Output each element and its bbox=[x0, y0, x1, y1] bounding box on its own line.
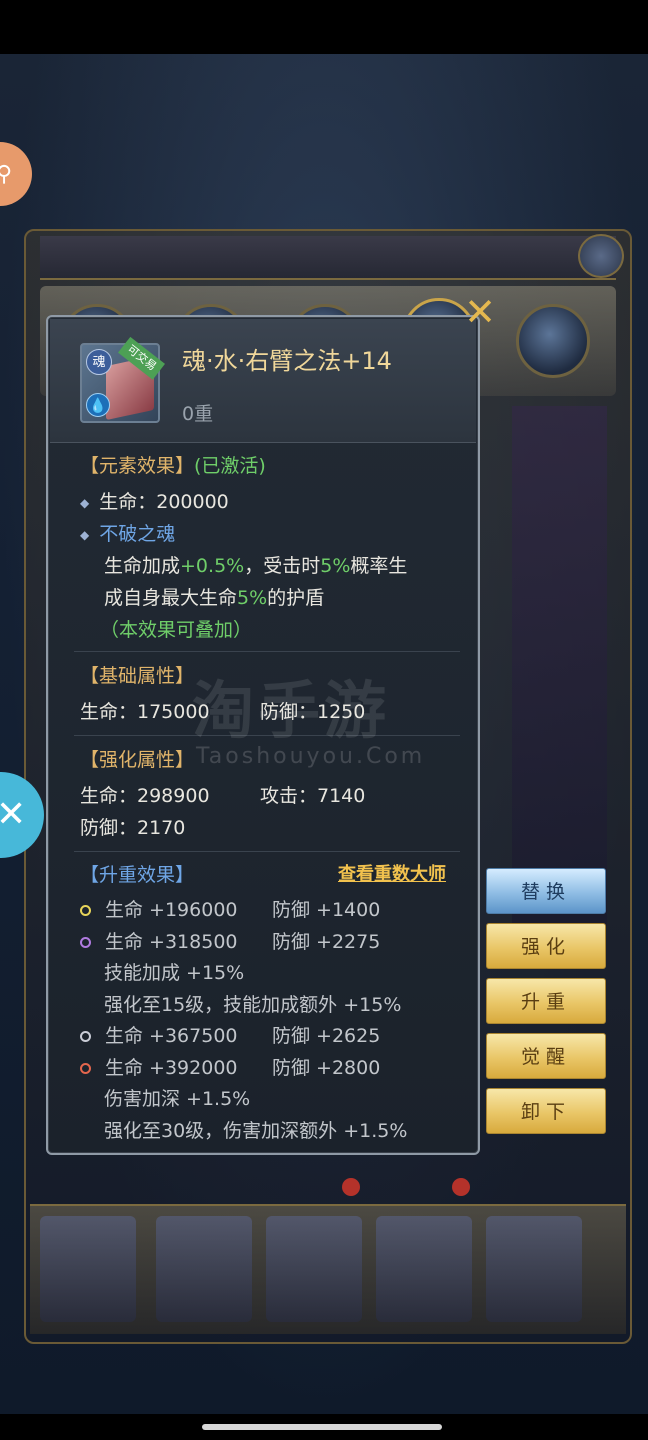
base-hp: 生命：175000 bbox=[80, 701, 210, 723]
close-icon[interactable]: ✕ bbox=[462, 293, 498, 331]
background-tile bbox=[266, 1216, 362, 1322]
upgrade-def: 防御 +1400 bbox=[272, 899, 381, 921]
enhance-hp: 生命：298900 bbox=[80, 785, 210, 807]
upgrade-def: 防御 +2800 bbox=[272, 1056, 381, 1079]
upgrade-hp: 生命 +318500 bbox=[105, 930, 238, 953]
notification-dot bbox=[452, 1178, 470, 1196]
upgrade-extra: 技能加成 +15% bbox=[104, 962, 245, 984]
divider bbox=[74, 851, 460, 852]
upgrade-row: 生命 +392000 bbox=[80, 1053, 238, 1080]
element-hp-line: ◆ 生命：200000 bbox=[80, 487, 229, 514]
item-name: 魂·水·右臂之法+14 bbox=[182, 347, 392, 375]
status-bar bbox=[0, 0, 648, 54]
background-tile bbox=[376, 1216, 472, 1322]
upgrade-def: 防御 +2275 bbox=[272, 930, 381, 953]
upgrade-extra: 伤害加深 +1.5% bbox=[104, 1088, 251, 1110]
tier-bullet-icon bbox=[80, 905, 91, 916]
assistant-icon: ✕ bbox=[0, 794, 27, 835]
watermark-url: Taoshouyou.Com bbox=[196, 744, 426, 769]
background-tile bbox=[486, 1216, 582, 1322]
divider bbox=[74, 651, 460, 652]
desc-value: +0.5% bbox=[180, 555, 245, 577]
section-title: 【元素效果】 bbox=[80, 455, 195, 477]
background-side-column bbox=[512, 406, 607, 926]
background-title-bar bbox=[40, 236, 616, 280]
upgrade-extra: 强化至15级，技能加成额外 +15% bbox=[104, 993, 402, 1016]
background-tile bbox=[156, 1216, 252, 1322]
upgrade-row: 生命 +318500 bbox=[80, 927, 238, 954]
element-effect-header: 【元素效果】(已激活) bbox=[80, 451, 266, 478]
awaken-button[interactable]: 觉醒 bbox=[486, 1033, 606, 1079]
soul-name-line: ◆ 不破之魂 bbox=[80, 519, 175, 546]
upgrade-extra: 强化至30级，伤害加深额外 +1.5% bbox=[104, 1119, 408, 1142]
soul-desc-line-2: 成自身最大生命5%的护盾 bbox=[104, 583, 324, 610]
replace-button[interactable]: 替换 bbox=[486, 868, 606, 914]
enhance-atk: 攻击：7140 bbox=[260, 785, 366, 807]
view-tier-master-link[interactable]: 查看重数大师 bbox=[338, 860, 446, 886]
upgrade-def: 防御 +2625 bbox=[272, 1025, 381, 1047]
soul-name: 不破之魂 bbox=[99, 523, 176, 545]
element-hp-value: 生命：200000 bbox=[99, 491, 229, 513]
upgrade-hp: 生命 +367500 bbox=[105, 1025, 238, 1047]
diamond-bullet-icon: ◆ bbox=[80, 495, 90, 510]
notification-dot bbox=[342, 1178, 360, 1196]
desc-text: ，受击时 bbox=[244, 555, 321, 577]
upgrade-button[interactable]: 升重 bbox=[486, 978, 606, 1024]
tier-bullet-icon bbox=[80, 1031, 91, 1042]
upgrade-row: 生命 +196000 bbox=[80, 895, 238, 922]
section-title: 【升重效果】 bbox=[80, 864, 195, 886]
activated-status: (已激活) bbox=[194, 455, 266, 477]
background-slot-orb bbox=[516, 304, 590, 378]
soul-badge-icon: 魂 bbox=[86, 349, 112, 375]
desc-value: 5% bbox=[237, 587, 268, 609]
tier-bullet-icon bbox=[80, 1062, 91, 1074]
upgrade-hp: 生命 +196000 bbox=[105, 899, 238, 921]
item-tier: 0重 bbox=[182, 403, 214, 425]
enhance-attr-title: 【强化属性】 bbox=[80, 749, 195, 771]
upgrade-row: 生命 +367500 bbox=[80, 1021, 238, 1048]
diamond-bullet-icon: ◆ bbox=[80, 527, 90, 542]
desc-text: 概率生 bbox=[350, 555, 408, 577]
soul-desc-line-1: 生命加成+0.5%，受击时5%概率生 bbox=[104, 551, 407, 578]
enhance-button[interactable]: 强化 bbox=[486, 923, 606, 969]
water-element-icon: 💧 bbox=[86, 393, 110, 417]
stack-note: （本效果可叠加） bbox=[100, 619, 253, 641]
unequip-button[interactable]: 卸下 bbox=[486, 1088, 606, 1134]
upgrade-effect-title: 【升重效果】 bbox=[80, 860, 194, 887]
background-corner-button bbox=[578, 234, 624, 278]
desc-text: 的护盾 bbox=[267, 587, 325, 609]
background-tile bbox=[40, 1216, 136, 1322]
upgrade-hp: 生命 +392000 bbox=[105, 1056, 238, 1079]
watermark-logo: 淘手游 bbox=[192, 674, 391, 747]
tier-bullet-icon bbox=[80, 936, 91, 948]
desc-value: 5% bbox=[320, 555, 351, 577]
base-attr-title: 【基础属性】 bbox=[80, 665, 195, 687]
desc-text: 生命加成 bbox=[104, 555, 181, 577]
location-pin-icon: ⚲ bbox=[0, 162, 13, 187]
desc-text: 成自身最大生命 bbox=[104, 587, 238, 609]
water-soul-book-icon: 可交易 魂 💧 bbox=[80, 336, 165, 423]
home-indicator[interactable] bbox=[202, 1424, 442, 1430]
enhance-def: 防御：2170 bbox=[80, 817, 186, 839]
item-header: 可交易 魂 💧 魂·水·右臂之法+14 0重 bbox=[50, 319, 476, 443]
